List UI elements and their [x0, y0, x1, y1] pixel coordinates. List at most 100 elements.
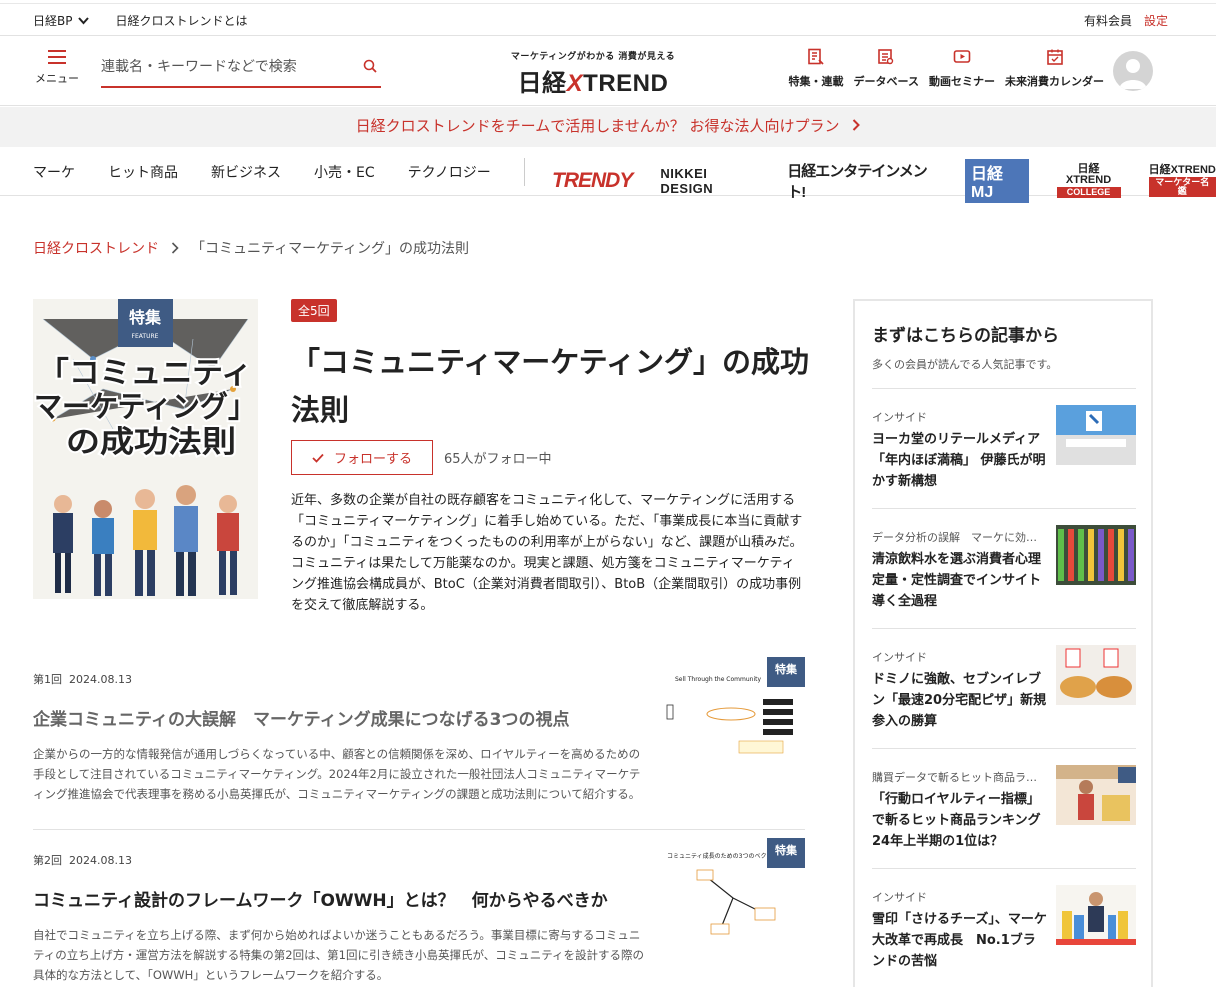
brand-entertainment-logo[interactable]: 日経エンタテインメント!: [787, 160, 937, 202]
chevron-down-icon: [78, 16, 90, 24]
check-icon: [312, 453, 324, 463]
breadcrumb: 日経クロストレンド 「コミュニティマーケティング」の成功法則: [33, 238, 469, 258]
utility-bar: 日経BP 日経クロストレンドとは 有料会員 設定: [0, 3, 1216, 36]
list-item-category: 購買データで斬るヒット商品ランキング: [872, 771, 1044, 784]
list-item-image: [1056, 525, 1136, 585]
category-hit-products[interactable]: ヒット商品: [108, 162, 178, 182]
cover-illustration: 特集 FEATURE 「コミュニティ マーケティング」 の成功法則: [33, 299, 258, 599]
thumb-caption: Sell Through the Community: [675, 676, 761, 683]
feature-cover-image: 特集 FEATURE 「コミュニティ マーケティング」 の成功法則: [33, 299, 258, 599]
brand-college-top: 日経XTREND: [1065, 163, 1112, 186]
follow-label: フォローする: [333, 452, 412, 467]
nikkei-bp-link[interactable]: 日経BP: [33, 12, 90, 29]
corporate-plan-banner[interactable]: 日経クロストレンドをチームで活用しませんか？ お得な法人向けプラン: [0, 107, 1216, 147]
thumb-caption: コミュニティ成長のための3つのベクトル: [667, 852, 778, 860]
brand-mj-logo[interactable]: 日経MJ: [965, 159, 1029, 203]
list-item-category: インサイド: [872, 411, 927, 424]
list-item-title: ドミノに強敵、セブンイレブン「最速20分宅配ピザ」新規参入の勝算: [872, 672, 1047, 729]
settings-link[interactable]: 設定: [1144, 12, 1168, 29]
episode-count-badge: 全5回: [291, 299, 337, 322]
article-thumbnail[interactable]: Sell Through the Community 特集: [663, 657, 805, 757]
list-item-category: データ分析の誤解 マーケに効く統計: [872, 531, 1044, 544]
feature-description: 近年、多数の企業が自社の既存顧客をコミュニティ化して、マーケティングに活用する「…: [291, 493, 803, 613]
article-item[interactable]: 第1回 2024.08.13 企業コミュニティの大誤解 マーケティング成果につな…: [33, 657, 805, 804]
category-new-business[interactable]: 新ビジネス: [211, 162, 281, 182]
user-icon: [1119, 59, 1147, 89]
nav-video-label: 動画セミナー: [929, 75, 995, 88]
list-item-image: [1056, 645, 1136, 705]
feature-icon: [808, 48, 824, 65]
nikkei-bp-label: 日経BP: [33, 14, 73, 28]
list-item-category: インサイド: [872, 651, 927, 664]
thumb-diagram: Sell Through the Community 特集: [666, 657, 805, 754]
category-marketing[interactable]: マーケ: [33, 162, 75, 182]
category-divider: [524, 158, 525, 186]
article-divider: [33, 829, 805, 830]
brand-college-logo[interactable]: 日経XTREND COLLEGE: [1056, 163, 1121, 198]
database-icon: [878, 49, 894, 65]
chevron-right-icon: [853, 119, 861, 131]
hamburger-icon: [48, 50, 66, 64]
thumb-diagram: コミュニティ成長のための3つのベクトル 特集: [667, 838, 805, 935]
brand-nikkei-design-logo[interactable]: NIKKEI DESIGN: [660, 166, 759, 196]
nav-calendar-label: 未来消費カレンダー: [1005, 75, 1104, 88]
article-thumbnail[interactable]: コミュニティ成長のための3つのベクトル 特集: [663, 838, 805, 938]
about-link[interactable]: 日経クロストレンドとは: [115, 12, 247, 29]
site-header: メニュー マーケティングがわかる 消費が見える 日経XTREND 特集・連載 デ…: [0, 36, 1216, 106]
logo-x: X: [566, 70, 584, 97]
article-number: 第1回: [33, 673, 62, 686]
article-item[interactable]: 第2回 2024.08.13 コミュニティ設計のフレームワーク「OWWH」とは？…: [33, 838, 805, 985]
list-item[interactable]: インサイド ドミノに強敵、セブンイレブン「最速20分宅配ピザ」新規参入の勝算: [872, 628, 1136, 748]
cover-badge-sub: FEATURE: [132, 333, 159, 340]
category-retail-ec[interactable]: 小売・EC: [314, 162, 375, 182]
header-nav: 特集・連載 データベース 動画セミナー 未来消費カレンダー: [789, 48, 1104, 89]
page-title: 「コミュニティマーケティング」の成功法則: [291, 345, 809, 427]
nav-feature[interactable]: 特集・連載: [789, 48, 844, 89]
menu-button[interactable]: メニュー: [34, 50, 80, 86]
cover-line2: マーケティング」: [34, 390, 256, 425]
search-input[interactable]: [101, 50, 351, 84]
article-summary: 企業からの一方的な情報発信が通用しづらくなっている中、顧客との信頼関係を深め、ロ…: [33, 747, 641, 801]
paid-member-link[interactable]: 有料会員: [1084, 12, 1132, 29]
article-summary: 自社でコミュニティを立ち上げる際、まず何から始めればよいか迷うこともあるだろう。…: [33, 928, 645, 982]
utility-left: 日経BP 日経クロストレンドとは: [33, 12, 248, 29]
follower-count: 65人がフォロー中: [444, 452, 552, 467]
site-logo[interactable]: マーケティングがわかる 消費が見える 日経XTREND: [503, 49, 683, 98]
list-item-image: [1056, 885, 1136, 945]
brand-trendy-logo[interactable]: TRENDY: [552, 169, 633, 193]
brand-links: TRENDY NIKKEI DESIGN 日経エンタテインメント! 日経MJ 日…: [552, 159, 1216, 203]
nav-calendar[interactable]: 未来消費カレンダー: [1005, 48, 1104, 89]
breadcrumb-home[interactable]: 日経クロストレンド: [33, 238, 159, 258]
article-date: 2024.08.13: [69, 854, 132, 867]
nav-feature-label: 特集・連載: [788, 75, 844, 88]
list-item-category: インサイド: [872, 891, 927, 904]
category-nav: マーケ ヒット商品 新ビジネス 小売・EC テクノロジー TRENDY NIKK…: [0, 148, 1216, 203]
nav-video[interactable]: 動画セミナー: [929, 48, 995, 89]
cover-line1: 「コミュニティ: [38, 356, 252, 391]
list-item[interactable]: インサイド 雪印「さけるチーズ」、マーケ大改革で再成長 No.1ブランドの苦悩: [872, 868, 1136, 987]
calendar-icon: [1046, 49, 1063, 65]
breadcrumb-current: 「コミュニティマーケティング」の成功法則: [191, 241, 470, 257]
list-item[interactable]: インサイド ヨーカ堂のリテールメディア「年内ほぼ満稿」 伊藤氏が明かす新構想: [872, 388, 1136, 508]
brand-marketer-logo[interactable]: 日経XTREND マーケター名鑑: [1148, 165, 1216, 197]
chevron-right-icon: [171, 242, 179, 254]
follow-button[interactable]: フォローする: [291, 440, 433, 475]
cover-badge: 特集: [129, 308, 162, 327]
article-number: 第2回: [33, 854, 62, 867]
logo-tagline: マーケティングがわかる 消費が見える: [510, 52, 676, 62]
logo-trend: TREND: [583, 70, 669, 97]
list-item-image: [1056, 405, 1136, 465]
menu-label: メニュー: [35, 72, 79, 85]
user-avatar[interactable]: [1113, 51, 1153, 91]
list-item[interactable]: データ分析の誤解 マーケに効く統計 清涼飲料水を選ぶ消費者心理 定量・定性調査で…: [872, 508, 1136, 628]
promo-text: 日経クロストレンドをチームで活用しませんか？ お得な法人向けプラン: [355, 117, 840, 135]
list-item[interactable]: 購買データで斬るヒット商品ランキング 「行動ロイヤルティー指標」で斬るヒット商品…: [872, 748, 1136, 868]
list-item-image: [1056, 765, 1136, 825]
brand-marketer-bottom: マーケター名鑑: [1148, 177, 1216, 197]
list-item-title: 清涼飲料水を選ぶ消費者心理 定量・定性調査でインサイト導く全過程: [872, 552, 1055, 609]
nav-database[interactable]: データベース: [854, 48, 919, 89]
category-technology[interactable]: テクノロジー: [408, 162, 491, 182]
cover-line3: の成功法則: [66, 425, 236, 460]
sidebar-subtitle: 多くの会員が読んでる人気記事です。: [872, 358, 1058, 371]
search-icon[interactable]: [363, 59, 377, 73]
